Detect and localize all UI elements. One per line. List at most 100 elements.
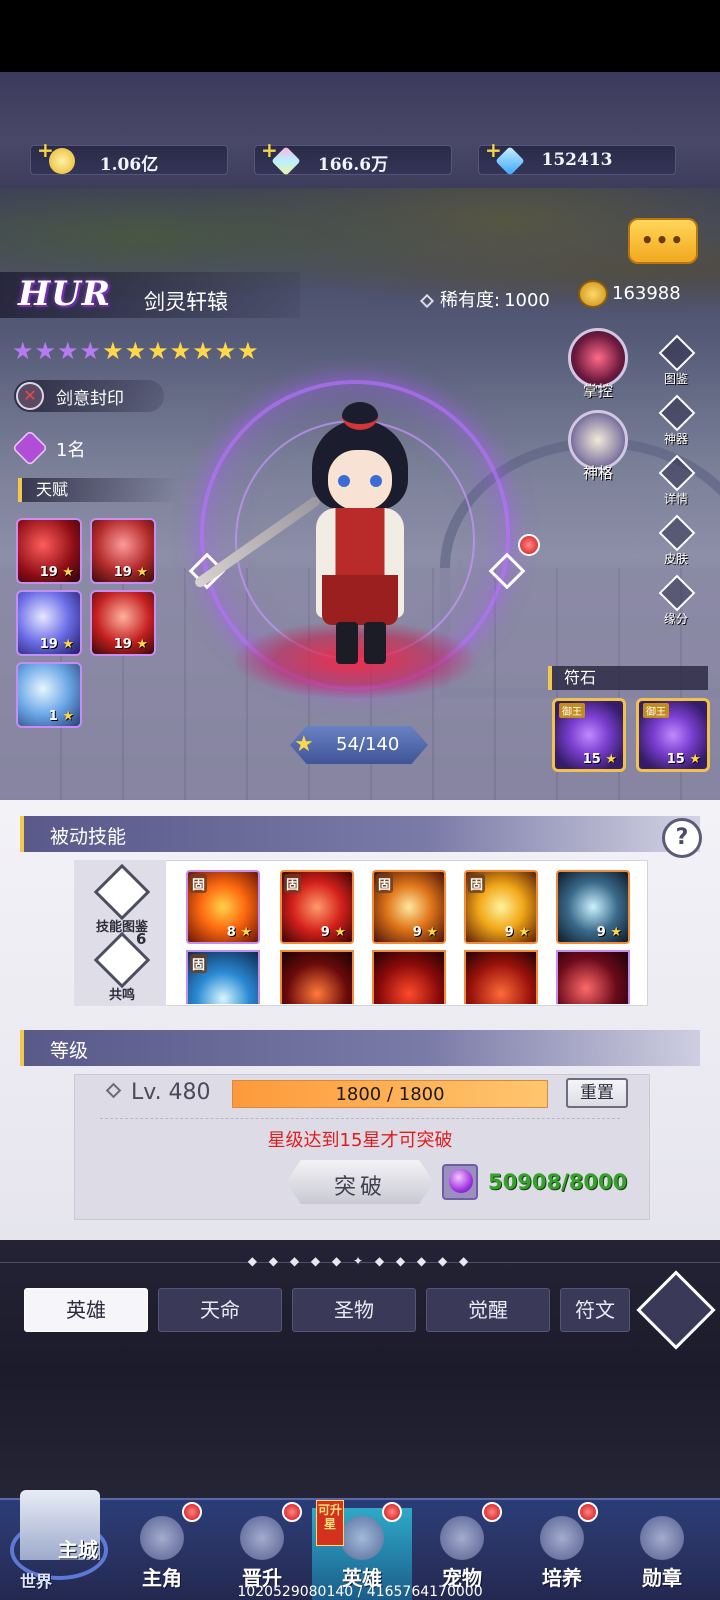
divinity-label: 神格 bbox=[582, 464, 613, 482]
hero-tag-label: 剑意封印 bbox=[56, 389, 124, 409]
divinity-button[interactable]: 神格 bbox=[566, 410, 630, 492]
skill-level: 9 ★ bbox=[596, 925, 622, 940]
diamond-amount: 152413 bbox=[541, 150, 613, 170]
fixed-tag: 固 bbox=[468, 874, 486, 893]
breakthrough-cost: 50908/8000 bbox=[488, 1170, 628, 1194]
purple-orb-icon bbox=[442, 1164, 478, 1200]
hero-xp-bar[interactable]: ★ 54/140 bbox=[280, 722, 440, 768]
hero-eye bbox=[338, 475, 350, 487]
rarity-label: 稀有度: bbox=[440, 290, 501, 311]
hero-rank[interactable]: 1名 bbox=[11, 429, 124, 467]
skill-level: 9 ★ bbox=[412, 925, 438, 940]
details-icon bbox=[658, 454, 696, 492]
skill-codex-button[interactable]: 技能图鉴 bbox=[92, 863, 152, 935]
skill-level: 9 ★ bbox=[320, 925, 346, 940]
passive-skill[interactable]: 固 9 ★ bbox=[372, 870, 446, 944]
skin-button[interactable]: 皮肤 bbox=[656, 514, 696, 572]
diamond-icon bbox=[105, 1082, 122, 1099]
rune-slot[interactable]: 御王 15 ★ bbox=[636, 698, 710, 772]
star-up-arrow-icon: ★ bbox=[294, 732, 314, 757]
crystal-amount: 166.6万 bbox=[317, 155, 389, 175]
currency-crystal[interactable]: + 166.6万 bbox=[254, 138, 452, 176]
currency-diamond[interactable]: + 152413 bbox=[478, 138, 676, 176]
passive-skill[interactable]: 固 8 ★ bbox=[186, 870, 260, 944]
talent-slot[interactable]: 19 ★ bbox=[16, 518, 82, 584]
help-icon[interactable]: ? bbox=[662, 818, 702, 858]
passive-skill[interactable] bbox=[556, 950, 630, 1004]
codex-icon bbox=[658, 334, 696, 372]
control-button[interactable]: 掌控 bbox=[566, 328, 630, 410]
tab-hero[interactable]: 英雄 bbox=[24, 1288, 148, 1332]
notification-dot bbox=[578, 1502, 598, 1522]
tab-awaken[interactable]: 觉醒 bbox=[426, 1288, 550, 1332]
skill-level: 9 ★ bbox=[504, 925, 530, 940]
reset-button[interactable]: 重置 bbox=[566, 1078, 628, 1108]
passive-skill[interactable]: 固 9 ★ bbox=[280, 870, 354, 944]
level-progress-bar: 1800 / 1800 bbox=[232, 1080, 548, 1108]
artifact-label: 神器 bbox=[663, 432, 688, 446]
passive-skill[interactable]: 9 ★ bbox=[556, 870, 630, 944]
notification-dot bbox=[182, 1502, 202, 1522]
eye-badge-icon bbox=[11, 429, 49, 467]
rune-slot[interactable]: 御王 15 ★ bbox=[552, 698, 626, 772]
tab-destiny[interactable]: 天命 bbox=[158, 1288, 282, 1332]
artifact-icon bbox=[658, 394, 696, 432]
tab-section: ◆ ◆ ◆ ◆ ◆ ✦ ◆ ◆ ◆ ◆ ◆ bbox=[0, 1240, 720, 1500]
rune-level: 15 ★ bbox=[666, 752, 701, 767]
tab-relic[interactable]: 圣物 bbox=[292, 1288, 416, 1332]
hero-tag[interactable]: ✕ 剑意封印 bbox=[14, 380, 164, 412]
details-button[interactable]: 详情 bbox=[656, 454, 696, 512]
xp-value: 54/140 bbox=[336, 734, 400, 755]
skill-codex-icon bbox=[93, 863, 151, 921]
level-progress-text: 1800 / 1800 bbox=[335, 1084, 445, 1105]
breakthrough-requirement: 星级达到15星才可突破 bbox=[267, 1130, 453, 1151]
purple-stars: ★★★★ bbox=[12, 337, 103, 365]
talent-slot[interactable]: 19 ★ bbox=[16, 590, 82, 656]
passive-skill[interactable]: 固 9 ★ bbox=[464, 870, 538, 944]
talent-slot[interactable]: 1 ★ bbox=[16, 662, 82, 728]
hero-character[interactable] bbox=[300, 400, 420, 670]
currency-gold[interactable]: + 1.06亿 bbox=[30, 138, 228, 175]
control-icon bbox=[568, 328, 628, 388]
passive-skill[interactable] bbox=[372, 950, 446, 1004]
rune-tag: 御王 bbox=[643, 703, 669, 718]
hero-eye bbox=[370, 475, 382, 487]
rank-label: 1名 bbox=[56, 440, 86, 461]
chat-button[interactable]: ••• bbox=[628, 218, 698, 264]
talent-slot[interactable]: 19 ★ bbox=[90, 590, 156, 656]
control-label: 掌控 bbox=[582, 382, 613, 400]
protagonist-icon bbox=[140, 1516, 184, 1560]
talent-level: 19 ★ bbox=[39, 637, 74, 652]
hero-helmet-icon bbox=[340, 1516, 384, 1560]
passive-skill[interactable]: 固 bbox=[186, 950, 260, 1004]
pet-icon bbox=[440, 1516, 484, 1560]
breakthrough-button[interactable]: 突破 bbox=[286, 1160, 434, 1204]
rune-header: 符石 bbox=[548, 666, 708, 690]
fixed-tag: 固 bbox=[190, 954, 208, 973]
bond-button[interactable]: 缘分 bbox=[656, 574, 696, 632]
hero-boot bbox=[364, 622, 386, 664]
skin-label: 皮肤 bbox=[663, 552, 688, 566]
status-bar-area bbox=[0, 0, 720, 72]
artifact-button[interactable]: 神器 bbox=[656, 394, 696, 452]
ornament: ◆ ◆ ◆ ◆ ◆ ✦ ◆ ◆ ◆ ◆ ◆ bbox=[247, 1254, 473, 1268]
talent-slot[interactable]: 19 ★ bbox=[90, 518, 156, 584]
notification-dot bbox=[482, 1502, 502, 1522]
main-city-button[interactable]: 主城 世界 bbox=[4, 1470, 110, 1600]
passive-skill[interactable] bbox=[464, 950, 538, 1004]
talent-header: 天赋 bbox=[18, 478, 178, 502]
fixed-tag: 固 bbox=[284, 874, 302, 893]
hero-grade: HUR bbox=[18, 274, 112, 314]
hero-skirt bbox=[322, 575, 398, 625]
resonance-button[interactable]: 6 共鸣 bbox=[92, 930, 152, 1003]
level-title: 等级 bbox=[50, 1040, 89, 1062]
hero-power: 163988 bbox=[578, 280, 681, 308]
background-foliage bbox=[0, 188, 720, 348]
bond-label: 缘分 bbox=[663, 612, 688, 626]
main-city-label: 主城 bbox=[58, 1538, 98, 1562]
codex-button[interactable]: 图鉴 bbox=[656, 334, 696, 392]
passive-skill[interactable] bbox=[280, 950, 354, 1004]
talent-level: 19 ★ bbox=[39, 565, 74, 580]
breakthrough-label: 突破 bbox=[333, 1175, 386, 1200]
tab-rune[interactable]: 符文 bbox=[560, 1288, 630, 1332]
